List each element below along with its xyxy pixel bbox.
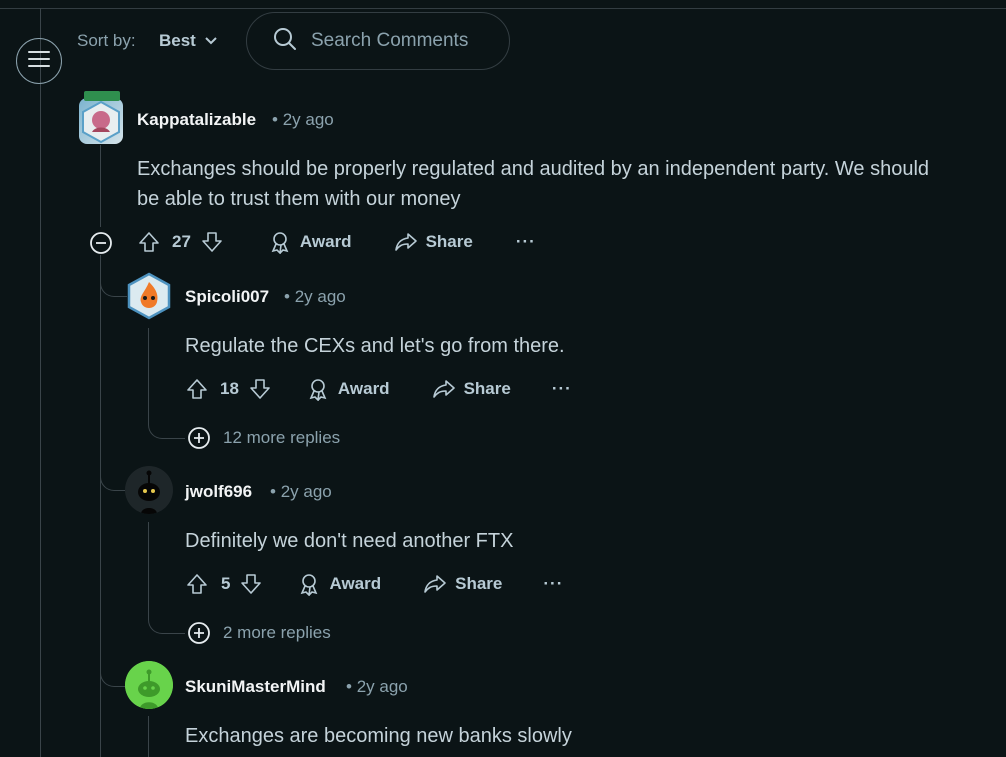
more-replies-button[interactable]: 2 more replies — [187, 621, 331, 645]
comment-body: Exchanges should be properly regulated a… — [137, 158, 930, 210]
upvote-icon[interactable] — [137, 230, 161, 254]
comment-body: Regulate the CEXs and let's go from ther… — [185, 335, 565, 357]
share-button[interactable]: Share — [432, 377, 511, 401]
award-button[interactable]: Award — [297, 572, 381, 596]
comment-time: • 2y ago — [272, 110, 334, 129]
award-icon — [309, 379, 327, 401]
thread-line-root-top — [100, 145, 101, 227]
comment-actions: 27 Award Share ··· — [137, 227, 536, 257]
search-input[interactable] — [309, 29, 503, 53]
sort-value: Best — [159, 31, 196, 50]
menu-button[interactable] — [16, 38, 62, 84]
upvote-icon[interactable] — [185, 377, 209, 401]
comment-actions: 5 Award Share ··· — [185, 569, 563, 599]
thread-curve-more-replies — [148, 328, 185, 439]
more-options-button[interactable]: ··· — [543, 574, 563, 594]
thread-curve — [100, 630, 125, 687]
downvote-icon[interactable] — [200, 230, 224, 254]
award-icon — [271, 232, 289, 254]
comment-time: • 2y ago — [270, 482, 332, 501]
vote-count: 5 — [221, 574, 231, 593]
comment-time: • 2y ago — [346, 677, 408, 696]
avatar[interactable] — [79, 98, 123, 144]
comment-actions: 18 Award Share ··· — [185, 374, 572, 404]
comment-author[interactable]: SkuniMasterMind — [185, 677, 326, 697]
search-comments[interactable] — [246, 12, 510, 70]
chevron-down-icon — [204, 31, 218, 51]
upvote-icon[interactable] — [185, 572, 209, 596]
award-button[interactable]: Award — [268, 230, 352, 254]
expand-icon — [188, 427, 210, 449]
search-icon — [273, 27, 297, 56]
share-button[interactable]: Share — [394, 230, 473, 254]
expand-icon — [188, 622, 210, 644]
downvote-icon[interactable] — [239, 572, 263, 596]
comment-author[interactable]: Spicoli007 — [185, 287, 269, 307]
collapse-button[interactable] — [89, 231, 113, 255]
thread-curve — [100, 260, 127, 297]
thread-curve — [100, 440, 125, 491]
award-button[interactable]: Award — [306, 377, 390, 401]
avatar[interactable] — [126, 272, 172, 320]
share-icon — [394, 233, 417, 251]
more-options-button[interactable]: ··· — [552, 379, 572, 399]
comment-author[interactable]: jwolf696 — [185, 482, 252, 502]
thread-line-root — [100, 255, 101, 757]
comment-body: Exchanges are becoming new banks slowly — [185, 725, 572, 747]
thread-curve-more-replies — [148, 522, 185, 634]
share-icon — [424, 575, 446, 593]
comment-author[interactable]: Kappatalizable — [137, 110, 256, 130]
more-replies-button[interactable]: 12 more replies — [187, 426, 340, 450]
downvote-icon[interactable] — [248, 377, 272, 401]
vote-count: 27 — [172, 232, 191, 251]
share-icon — [432, 380, 455, 398]
more-options-button[interactable]: ··· — [516, 232, 536, 252]
comment-time: • 2y ago — [284, 287, 346, 306]
menu-icon — [28, 50, 50, 73]
sort-dropdown[interactable]: Best — [159, 31, 218, 51]
share-button[interactable]: Share — [423, 572, 502, 596]
avatar[interactable] — [125, 661, 173, 709]
thread-line-child — [148, 716, 149, 757]
sort-by-label: Sort by: — [77, 31, 136, 50]
avatar-banner — [84, 91, 120, 101]
vote-count: 18 — [220, 379, 239, 398]
top-divider — [0, 8, 1006, 9]
avatar[interactable] — [125, 466, 173, 514]
collapse-icon — [90, 232, 112, 254]
thread-line-outer — [40, 8, 41, 757]
comment-body: Definitely we don't need another FTX — [185, 530, 514, 552]
award-icon — [301, 574, 318, 596]
